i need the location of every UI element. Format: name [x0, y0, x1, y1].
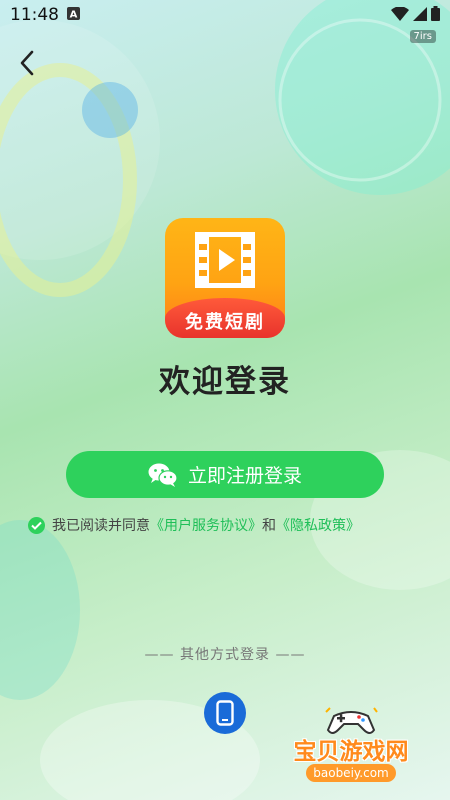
agreement-row: 我已阅读并同意 《用户服务协议》 和 《隐私政策》 [28, 514, 428, 536]
checkmark-icon [31, 521, 42, 530]
wechat-icon [148, 463, 178, 487]
other-login-label: —— 其他方式登录 —— [144, 647, 306, 663]
battery-icon [431, 5, 440, 25]
agreement-checkbox[interactable] [28, 516, 45, 534]
phone-login-button[interactable] [204, 692, 246, 734]
a-letter-icon: A [67, 5, 80, 25]
status-tag: 7irs [409, 30, 436, 43]
mobile-phone-icon [216, 700, 234, 726]
register-login-label: 立即注册登录 [187, 465, 302, 487]
status-bar: 11:48 A [0, 0, 450, 30]
agreement-prefix: 我已阅读并同意 [52, 518, 150, 534]
page-title: 欢迎登录 [159, 364, 291, 400]
terms-link[interactable]: 《用户服务协议》 [150, 515, 262, 535]
wifi-icon [391, 5, 409, 25]
back-chevron-icon [20, 50, 34, 76]
register-login-button[interactable]: 立即注册登录 [66, 451, 384, 498]
app-logo: 免费短剧 [165, 218, 285, 338]
signal-icon [413, 6, 427, 25]
agreement-conjunction: 和 [262, 518, 276, 534]
status-time: 11:48 [10, 5, 59, 25]
play-film-icon [195, 232, 255, 288]
watermark: 宝贝游戏网 baobeiy.com [276, 704, 426, 794]
watermark-url: baobeiy.com [306, 764, 396, 782]
privacy-link[interactable]: 《隐私政策》 [276, 515, 360, 535]
back-button[interactable] [12, 48, 42, 78]
watermark-text: 宝贝游戏网 [293, 739, 409, 765]
svg-text:A: A [70, 10, 78, 21]
logo-label: 免费短剧 [165, 298, 285, 338]
